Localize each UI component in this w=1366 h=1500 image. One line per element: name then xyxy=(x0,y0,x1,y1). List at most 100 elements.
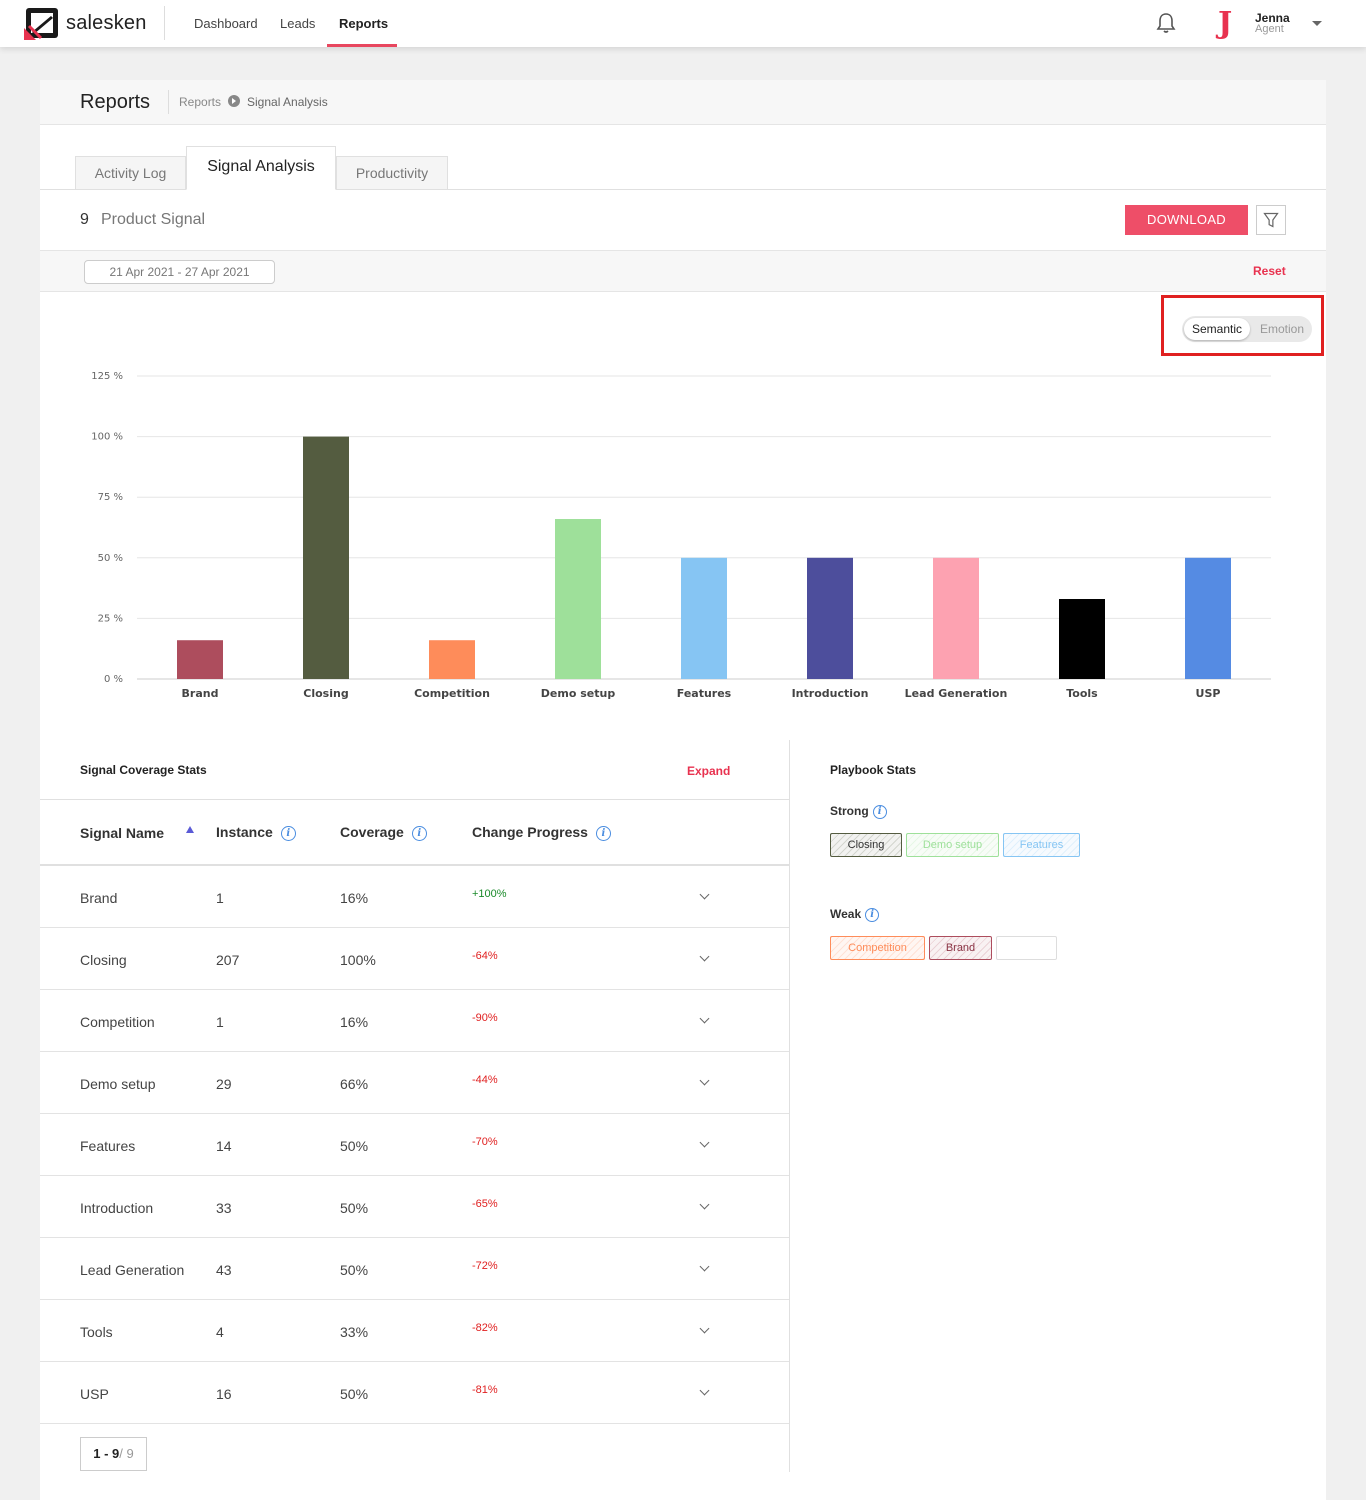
user-role: Agent xyxy=(1255,23,1284,35)
column-header-label: Change Progress xyxy=(472,824,588,840)
x-category-label: Features xyxy=(677,687,732,700)
info-icon[interactable]: i xyxy=(595,825,611,841)
chart-bar[interactable] xyxy=(429,640,475,679)
playbook-chip[interactable]: Brand xyxy=(929,936,992,960)
row-expand-chevron-down-icon[interactable] xyxy=(699,1323,710,1334)
cell-coverage: 50% xyxy=(340,1138,369,1154)
cell-signal-name: Tools xyxy=(80,1324,113,1340)
row-expand-chevron-down-icon[interactable] xyxy=(699,1385,710,1396)
row-expand-chevron-down-icon[interactable] xyxy=(699,1199,710,1210)
column-header-coverage: Coverage i xyxy=(340,824,427,841)
row-expand-chevron-down-icon[interactable] xyxy=(699,1137,710,1148)
tab-productivity[interactable]: Productivity xyxy=(336,156,448,190)
cell-change-progress: -64% xyxy=(472,950,498,962)
breadcrumb-signal-analysis: Signal Analysis xyxy=(247,95,328,109)
row-expand-chevron-down-icon[interactable] xyxy=(699,889,710,900)
x-category-label: USP xyxy=(1196,687,1221,700)
table-row[interactable]: Lead Generation 43 50% -72% xyxy=(40,1238,789,1300)
nav-leads[interactable]: Leads xyxy=(280,16,315,31)
cell-instance: 14 xyxy=(216,1138,232,1154)
x-category-label: Demo setup xyxy=(541,687,616,700)
info-icon[interactable]: i xyxy=(280,825,296,841)
table-row[interactable]: Closing 207 100% -64% xyxy=(40,928,789,990)
row-expand-chevron-down-icon[interactable] xyxy=(699,1075,710,1086)
cell-instance: 1 xyxy=(216,890,224,906)
chart-bar[interactable] xyxy=(303,436,349,679)
cell-instance: 29 xyxy=(216,1076,232,1092)
tab-signal-analysis[interactable]: Signal Analysis xyxy=(186,146,336,190)
nav-reports[interactable]: Reports xyxy=(339,16,388,31)
cell-signal-name: USP xyxy=(80,1386,109,1402)
page-title: Reports xyxy=(80,91,151,113)
info-icon[interactable]: i xyxy=(865,907,880,922)
x-category-label: Lead Generation xyxy=(905,687,1008,700)
semantic-emotion-toggle[interactable]: Semantic Emotion xyxy=(1182,316,1312,342)
table-row[interactable]: Features 14 50% -70% xyxy=(40,1114,789,1176)
cell-change-progress: +100% xyxy=(472,888,507,900)
reports-card: Reports Reports Signal Analysis Activity… xyxy=(40,80,1326,1500)
expand-button[interactable]: Expand xyxy=(687,764,730,778)
playbook-chip[interactable] xyxy=(996,936,1057,960)
nav-dashboard[interactable]: Dashboard xyxy=(194,16,258,31)
table-row[interactable]: Competition 1 16% -90% xyxy=(40,990,789,1052)
filter-icon xyxy=(1263,212,1279,228)
user-menu-chevron-down-icon[interactable] xyxy=(1312,21,1322,26)
toggle-semantic[interactable]: Semantic xyxy=(1184,318,1250,340)
toggle-emotion[interactable]: Emotion xyxy=(1254,320,1310,338)
salesken-logo[interactable]: salesken xyxy=(24,6,147,40)
table-top-border xyxy=(40,799,789,800)
playbook-chip[interactable]: Closing xyxy=(830,833,902,857)
x-category-label: Brand xyxy=(182,687,219,700)
breadcrumb-arrow-icon xyxy=(228,95,240,107)
info-icon[interactable]: i xyxy=(411,825,427,841)
chart-bar[interactable] xyxy=(1185,557,1231,679)
table-row[interactable]: Brand 1 16% +100% xyxy=(40,866,789,928)
strong-label-text: Strong xyxy=(830,804,869,818)
row-expand-chevron-down-icon[interactable] xyxy=(699,1013,710,1024)
table-row[interactable]: Tools 4 33% -82% xyxy=(40,1300,789,1362)
breadcrumb-reports[interactable]: Reports xyxy=(179,95,221,109)
row-expand-chevron-down-icon[interactable] xyxy=(699,951,710,962)
sort-ascending-icon[interactable] xyxy=(186,826,194,833)
info-icon[interactable]: i xyxy=(872,804,887,819)
row-expand-chevron-down-icon[interactable] xyxy=(699,1261,710,1272)
cell-change-progress: -81% xyxy=(472,1384,498,1396)
playbook-chip[interactable]: Features xyxy=(1003,833,1080,857)
chart-bar[interactable] xyxy=(177,640,223,679)
filter-button[interactable] xyxy=(1256,205,1286,235)
nav-active-indicator xyxy=(327,44,397,47)
user-avatar[interactable]: J xyxy=(1218,6,1232,41)
y-tick-label: 125 % xyxy=(91,371,123,382)
signal-coverage-title: Signal Coverage Stats xyxy=(80,763,207,777)
tab-activity-log[interactable]: Activity Log xyxy=(75,156,186,190)
column-header-label: Signal Name xyxy=(80,825,165,841)
chart-bar[interactable] xyxy=(1059,599,1105,679)
chart-bar[interactable] xyxy=(807,557,853,679)
pagination[interactable]: 1 - 9/ 9 xyxy=(80,1437,147,1471)
y-tick-label: 50 % xyxy=(98,553,123,564)
table-row[interactable]: Demo setup 29 66% -44% xyxy=(40,1052,789,1114)
playbook-chip[interactable]: Demo setup xyxy=(906,833,999,857)
y-tick-label: 25 % xyxy=(98,613,123,624)
stats-divider xyxy=(789,740,790,1472)
logo-text: salesken xyxy=(66,11,147,34)
cell-coverage: 50% xyxy=(340,1200,369,1216)
breadcrumb-divider xyxy=(168,90,169,114)
chart-bar[interactable] xyxy=(933,557,979,679)
cell-coverage: 16% xyxy=(340,1014,369,1030)
playbook-chip[interactable]: Competition xyxy=(830,936,925,960)
date-range-picker[interactable]: 21 Apr 2021 - 27 Apr 2021 xyxy=(84,260,275,284)
reset-button[interactable]: Reset xyxy=(1253,264,1286,278)
chart-bar[interactable] xyxy=(681,557,727,679)
table-row[interactable]: USP 16 50% -81% xyxy=(40,1362,789,1424)
filter-bar: 21 Apr 2021 - 27 Apr 2021 Reset xyxy=(40,250,1326,292)
signal-type-label: Product Signal xyxy=(101,211,206,228)
table-row[interactable]: Introduction 33 50% -65% xyxy=(40,1176,789,1238)
download-button[interactable]: DOWNLOAD xyxy=(1125,205,1248,235)
column-header-signal-name[interactable]: Signal Name xyxy=(80,825,164,841)
chart-bar[interactable] xyxy=(555,519,601,679)
pagination-range: 1 - 9 xyxy=(93,1446,120,1461)
cell-coverage: 33% xyxy=(340,1324,369,1340)
cell-instance: 207 xyxy=(216,952,240,968)
bell-icon[interactable] xyxy=(1156,12,1176,34)
